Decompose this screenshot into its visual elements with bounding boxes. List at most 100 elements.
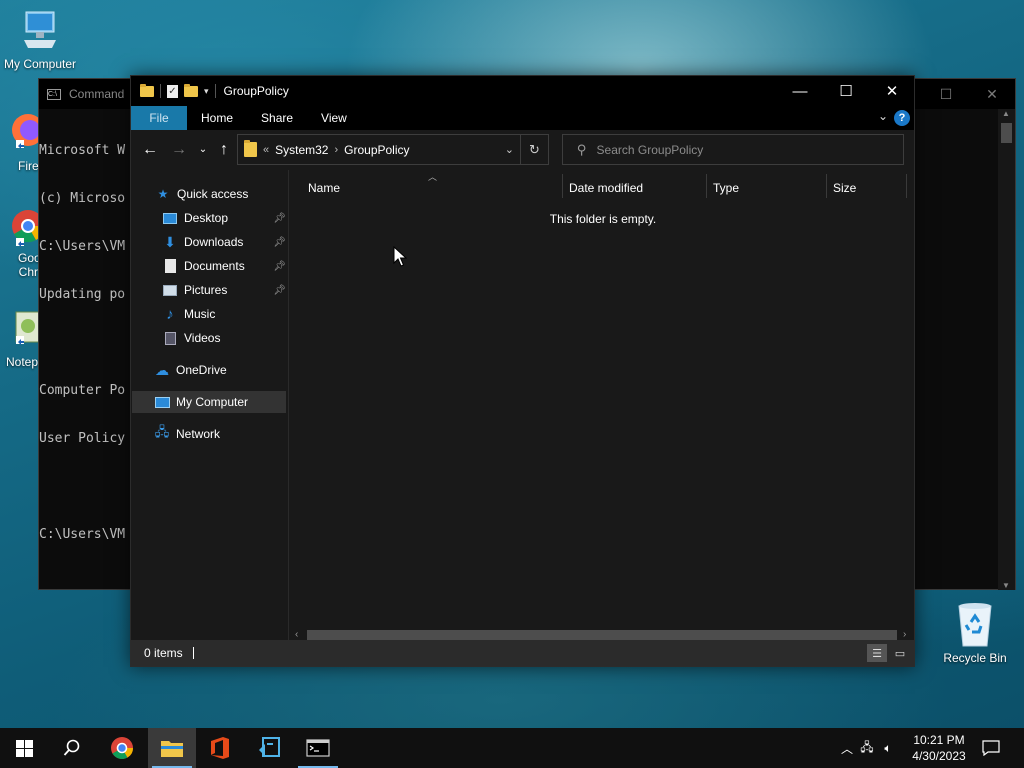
search-box[interactable]: ⚲ bbox=[562, 134, 904, 165]
desktop-icon-recycle-bin[interactable]: Recycle Bin bbox=[938, 600, 1012, 665]
start-button[interactable] bbox=[0, 728, 48, 768]
refresh-button[interactable]: ↻ bbox=[520, 135, 548, 164]
recent-locations-button[interactable]: ⌄ bbox=[193, 140, 213, 160]
firefox-icon bbox=[12, 114, 44, 149]
ribbon-tabs: File Home Share View ⌄ ? bbox=[131, 106, 914, 130]
nav-music[interactable]: ♪ Music bbox=[162, 303, 286, 325]
cmd-line: C:\Users\VM bbox=[39, 527, 126, 542]
cmd-line bbox=[39, 479, 131, 495]
details-view-button[interactable]: ☰ bbox=[867, 644, 887, 662]
taskbar-chrome[interactable] bbox=[98, 728, 146, 768]
forward-button[interactable]: → bbox=[169, 140, 189, 160]
quick-access-toolbar: ✓ ▾ bbox=[131, 83, 216, 98]
nav-quick-access[interactable]: ★ Quick access bbox=[155, 183, 285, 205]
explorer-titlebar[interactable]: ✓ ▾ GroupPolicy — ☐ ✕ bbox=[131, 76, 914, 106]
back-button[interactable]: ← bbox=[140, 140, 160, 160]
cmd-output: Microsoft W (c) Microso C:\Users\VM Upda… bbox=[39, 111, 131, 575]
nav-label: Videos bbox=[184, 331, 221, 345]
document-icon bbox=[162, 259, 178, 273]
nav-label: Desktop bbox=[184, 211, 229, 225]
desktop-icon-notepad[interactable]: Notep bbox=[4, 308, 41, 369]
column-header-size[interactable]: Size bbox=[833, 178, 903, 198]
desktop-icon-firefox[interactable]: Fire bbox=[0, 110, 44, 173]
nav-label: My Computer bbox=[176, 395, 249, 409]
column-header-date-modified[interactable]: Date modified bbox=[569, 178, 699, 198]
chevron-up-icon[interactable]: ︿ bbox=[838, 740, 856, 757]
customize-qat-icon[interactable]: ▾ bbox=[204, 86, 209, 97]
pictures-icon bbox=[162, 283, 178, 297]
large-icons-view-button[interactable]: ▭ bbox=[890, 644, 910, 662]
tab-view[interactable]: View bbox=[307, 106, 361, 130]
network-icon: 🖧︎ bbox=[154, 424, 170, 439]
nav-onedrive[interactable]: ☁ OneDrive bbox=[154, 359, 286, 381]
cmd-maximize-button[interactable]: ☐ bbox=[923, 79, 969, 109]
search-icon bbox=[63, 739, 80, 756]
taskbar-office[interactable] bbox=[196, 728, 244, 768]
cmd-line: User Policy bbox=[39, 431, 126, 446]
tab-home[interactable]: Home bbox=[187, 106, 247, 130]
clock-date: 4/30/2023 bbox=[912, 749, 966, 763]
close-button[interactable]: ✕ bbox=[869, 76, 915, 106]
code-editor-icon bbox=[259, 737, 280, 757]
star-icon: ★ bbox=[157, 187, 169, 201]
tab-file[interactable]: File bbox=[131, 106, 187, 130]
clock[interactable]: 10:21 PM 4/30/2023 bbox=[906, 732, 972, 764]
search-input[interactable] bbox=[596, 142, 877, 157]
nav-desktop[interactable]: Desktop 📌︎ bbox=[162, 207, 286, 229]
tab-share[interactable]: Share bbox=[247, 106, 307, 130]
network-icon[interactable]: 🖧︎ bbox=[856, 738, 878, 759]
cmd-line bbox=[39, 335, 131, 351]
cmd-title: Command bbox=[69, 87, 125, 101]
address-bar[interactable]: « System32 › GroupPolicy ⌄ ↻ bbox=[237, 134, 549, 165]
help-icon[interactable]: ? bbox=[894, 110, 910, 126]
file-explorer-window[interactable]: ✓ ▾ GroupPolicy — ☐ ✕ File Home Share Vi… bbox=[130, 75, 915, 667]
nav-my-computer[interactable]: My Computer bbox=[132, 391, 286, 413]
new-folder-icon[interactable] bbox=[184, 83, 198, 97]
cmd-close-button[interactable]: ✕ bbox=[969, 79, 1015, 109]
desktop-icon-my-computer[interactable]: My Computer bbox=[2, 10, 78, 71]
nav-label: Network bbox=[176, 427, 221, 441]
nav-network[interactable]: 🖧︎ Network bbox=[154, 423, 286, 445]
taskbar-file-explorer[interactable] bbox=[148, 728, 196, 768]
column-header-type[interactable]: Type bbox=[713, 178, 823, 198]
column-header-name[interactable]: Name bbox=[308, 178, 558, 198]
nav-downloads[interactable]: ⬇ Downloads 📌︎ bbox=[162, 231, 286, 253]
notification-icon bbox=[982, 740, 1000, 756]
volume-icon[interactable]: 🔈︎ bbox=[878, 741, 898, 756]
cmd-line: Microsoft W bbox=[39, 143, 126, 158]
cloud-icon: ☁ bbox=[155, 361, 169, 378]
navigation-pane: ★ Quick access Desktop 📌︎ ⬇ Downloads 📌︎… bbox=[131, 170, 289, 642]
properties-icon[interactable]: ✓ bbox=[167, 84, 178, 98]
file-list[interactable]: ︿ Name Date modified Type Size This fold… bbox=[290, 170, 914, 642]
action-center-button[interactable] bbox=[968, 728, 1014, 768]
chevron-right-icon[interactable]: › bbox=[334, 144, 338, 156]
nav-videos[interactable]: Videos bbox=[162, 327, 286, 349]
breadcrumb-grouppolicy[interactable]: GroupPolicy bbox=[344, 143, 409, 157]
desktop-icon-chrome[interactable]: Goo Chr bbox=[0, 204, 45, 279]
address-dropdown-icon[interactable]: ⌄ bbox=[505, 143, 514, 156]
recycle-bin-icon bbox=[958, 603, 992, 647]
cmd-line: C:\Users\VM bbox=[39, 239, 126, 254]
folder-icon bbox=[244, 140, 257, 157]
nav-documents[interactable]: Documents 📌︎ bbox=[162, 255, 286, 277]
breadcrumb-overflow[interactable]: « bbox=[263, 144, 269, 156]
chevron-down-icon[interactable]: ⌄ bbox=[878, 109, 888, 123]
maximize-button[interactable]: ☐ bbox=[823, 76, 869, 106]
minimize-button[interactable]: — bbox=[777, 76, 823, 106]
nav-label: Pictures bbox=[184, 283, 228, 297]
taskbar-command-prompt[interactable] bbox=[294, 728, 342, 768]
download-icon: ⬇ bbox=[164, 233, 176, 250]
nav-label: Documents bbox=[184, 259, 245, 273]
cmd-line: (c) Microso bbox=[39, 191, 126, 206]
navigation-bar: ← → ⌄ ↑ « System32 › GroupPolicy ⌄ ↻ ⚲ bbox=[131, 130, 914, 170]
up-button[interactable]: ↑ bbox=[214, 140, 234, 160]
cmd-scrollbar[interactable]: ▲ ▼ bbox=[998, 109, 1015, 590]
chrome-icon bbox=[12, 210, 45, 247]
nav-pictures[interactable]: Pictures 📌︎ bbox=[162, 279, 286, 301]
scroll-thumb[interactable] bbox=[307, 630, 897, 640]
breadcrumb-system32[interactable]: System32 bbox=[275, 143, 328, 157]
nav-label: Downloads bbox=[184, 235, 244, 249]
search-button[interactable] bbox=[48, 728, 96, 768]
taskbar-visual-studio-code[interactable] bbox=[245, 728, 293, 768]
cmd-scroll-thumb[interactable] bbox=[1001, 123, 1012, 143]
